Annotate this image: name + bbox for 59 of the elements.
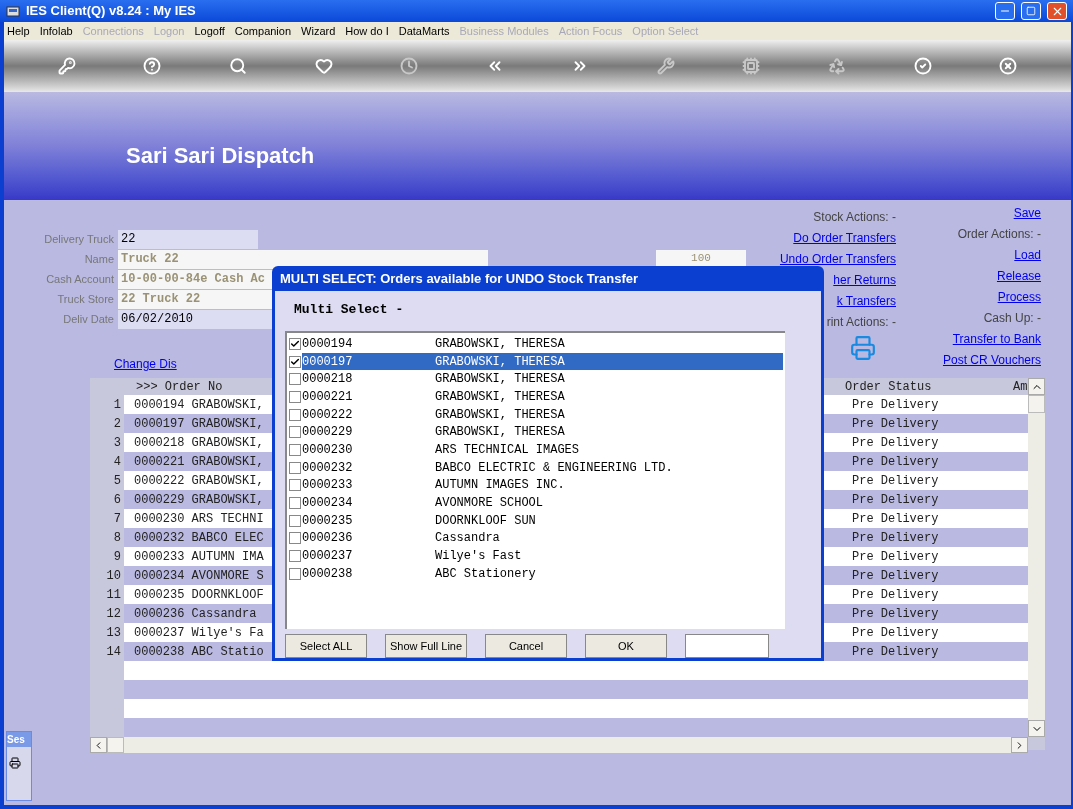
table-cell-text: 0000221 GRABOWSKI,	[134, 453, 264, 471]
table-cell-text: 0000235 DOORNKLOOF	[134, 586, 264, 604]
table-cell-text: 0000230 ARS TECHNI	[134, 510, 264, 528]
table-cell-text: Pre Delivery	[852, 396, 939, 414]
table-cell-text: 0000233 AUTUMN IMA	[134, 548, 264, 566]
row-number: 10	[105, 567, 122, 585]
page-title: Sari Sari Dispatch	[126, 142, 315, 170]
window-title: IES Client(Q) v8.24 : My IES	[26, 2, 196, 21]
table-cell-text: Pre Delivery	[852, 643, 939, 661]
section-label: Stock Actions: -	[813, 209, 896, 226]
row-number: 9	[112, 548, 122, 566]
table-cell-text: Pre Delivery	[852, 415, 939, 433]
column-header: Am	[1013, 378, 1028, 396]
column-header: Order Status	[845, 378, 932, 396]
table-cell-text: Pre Delivery	[852, 491, 939, 509]
field-label: Cash Account	[45, 271, 115, 287]
table-cell-text: 0000218 GRABOWSKI,	[134, 434, 264, 452]
table-cell-text: Pre Delivery	[852, 453, 939, 471]
table-cell-text: 0000229 GRABOWSKI,	[134, 491, 264, 509]
table-cell-text: 0000234 AVONMORE S	[134, 567, 264, 585]
row-number: 4	[112, 453, 122, 471]
table-cell-text: 0000237 Wilye's Fa	[134, 624, 264, 642]
table-cell-text: 0000232 BABCO ELEC	[134, 529, 264, 547]
row-number: 12	[105, 605, 122, 623]
row-number: 13	[105, 624, 122, 642]
section-label: Order Actions: -	[957, 226, 1041, 243]
field-label: Delivery Truck	[43, 231, 115, 247]
field-label: Deliv Date	[62, 311, 115, 327]
row-number: 3	[112, 434, 122, 452]
row-number: 2	[112, 415, 122, 433]
table-cell-text: Pre Delivery	[852, 510, 939, 528]
table-cell-text: Pre Delivery	[852, 567, 939, 585]
column-header: >>> Order No	[136, 378, 223, 396]
table-cell-text: Pre Delivery	[852, 624, 939, 642]
row-number: 7	[112, 510, 122, 528]
table-cell-text: 0000238 ABC Statio	[134, 643, 264, 661]
dialog-title: MULTI SELECT: Orders available for UNDO Stock Transfer	[280, 269, 639, 288]
field-label: Truck Store	[56, 291, 115, 307]
table-cell-text: 0000197 GRABOWSKI,	[134, 415, 264, 433]
row-number: 5	[112, 472, 122, 490]
table-cell-text: Pre Delivery	[852, 605, 939, 623]
row-number: 11	[105, 586, 122, 604]
table-cell-text: Pre Delivery	[852, 586, 939, 604]
table-cell-text: Pre Delivery	[852, 529, 939, 547]
dialog-heading: Multi Select -	[294, 300, 405, 319]
panel-title: Ses	[7, 732, 31, 747]
row-number: 1	[112, 396, 122, 414]
table-cell-text: 0000222 GRABOWSKI,	[134, 472, 264, 490]
row-number: 6	[112, 491, 122, 509]
section-label: Cash Up: -	[983, 310, 1041, 327]
table-cell-text: 0000194 GRABOWSKI,	[134, 396, 264, 414]
table-cell-text: 0000236 Cassandra	[134, 605, 257, 623]
table-cell-text: Pre Delivery	[852, 434, 939, 452]
row-number: 8	[112, 529, 122, 547]
row-number: 14	[105, 643, 122, 661]
table-cell-text: Pre Delivery	[852, 472, 939, 490]
section-label: rint Actions: -	[826, 314, 896, 331]
table-cell-text: Pre Delivery	[852, 548, 939, 566]
field-label: Name	[83, 251, 115, 267]
